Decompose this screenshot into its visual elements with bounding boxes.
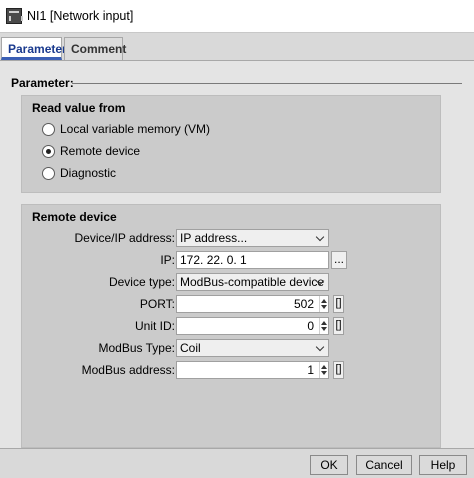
unit-id-value: 0 xyxy=(307,319,314,333)
ip-label: IP: xyxy=(160,253,175,267)
ip-value: 172. 22. 0. 1 xyxy=(180,253,247,267)
ok-button[interactable]: OK xyxy=(310,455,348,475)
radio-button[interactable] xyxy=(42,167,55,180)
modbus-address-value: 1 xyxy=(307,363,314,377)
modbus-type-select[interactable]: Coil xyxy=(176,339,329,357)
network-input-icon xyxy=(6,8,23,24)
ip-input[interactable]: 172. 22. 0. 1 xyxy=(176,251,329,269)
section-divider xyxy=(72,83,462,84)
spin-down-icon[interactable] xyxy=(321,327,327,331)
spin-up-icon[interactable] xyxy=(321,299,327,303)
modbus-type-label: ModBus Type: xyxy=(98,341,176,355)
device-ip-address-select[interactable]: IP address... xyxy=(176,229,329,247)
radio-label: Local variable memory (VM) xyxy=(60,122,211,136)
ip-browse-button[interactable]: ... xyxy=(331,251,347,269)
title-bar: NI1 [Network input] xyxy=(0,0,474,33)
spin-down-icon[interactable] xyxy=(321,305,327,309)
help-button[interactable]: Help xyxy=(419,455,467,475)
modbus-address-stepper[interactable]: 1 xyxy=(176,361,329,379)
remote-device-title: Remote device xyxy=(32,210,117,224)
window-title: NI1 [Network input] xyxy=(27,9,134,23)
spin-up-icon[interactable] xyxy=(321,365,327,369)
radio-label: Diagnostic xyxy=(60,166,117,180)
spin-up-icon[interactable] xyxy=(321,321,327,325)
radio-button[interactable] xyxy=(42,123,55,136)
device-type-value: ModBus-compatible device xyxy=(180,275,325,289)
modbus-type-value: Coil xyxy=(180,341,201,355)
port-label: PORT: xyxy=(139,297,175,311)
port-parameter-button[interactable]: [] xyxy=(333,295,344,313)
radio-button-selected[interactable] xyxy=(42,145,55,158)
device-type-label: Device type: xyxy=(108,275,175,289)
modbus-address-label: ModBus address: xyxy=(81,363,175,377)
cancel-button[interactable]: Cancel xyxy=(356,455,412,475)
device-ip-address-label: Device/IP address: xyxy=(74,231,176,245)
spin-divider xyxy=(319,296,320,312)
chevron-down-icon xyxy=(315,342,325,352)
unit-id-label: Unit ID: xyxy=(134,319,175,333)
port-stepper[interactable]: 502 xyxy=(176,295,329,313)
modbus-address-parameter-button[interactable]: [] xyxy=(333,361,344,379)
unit-id-stepper[interactable]: 0 xyxy=(176,317,329,335)
tab-parameter[interactable]: Parameter xyxy=(1,37,67,60)
read-value-group: Read value from Local variable memory (V… xyxy=(21,95,441,193)
spin-divider xyxy=(319,362,320,378)
parameter-header: Parameter: xyxy=(11,76,74,90)
tab-strip: Parameter Comment xyxy=(0,33,474,60)
tab-comment[interactable]: Comment xyxy=(64,37,126,60)
parameter-panel: Parameter: Read value from Local variabl… xyxy=(0,60,474,448)
device-type-select[interactable]: ModBus-compatible device xyxy=(176,273,329,291)
spin-down-icon[interactable] xyxy=(321,371,327,375)
port-value: 502 xyxy=(293,297,314,311)
unit-id-parameter-button[interactable]: [] xyxy=(333,317,344,335)
chevron-down-icon xyxy=(315,232,325,242)
dialog-footer: OK Cancel Help xyxy=(0,448,474,478)
radio-label: Remote device xyxy=(60,144,141,158)
spin-divider xyxy=(319,318,320,334)
device-ip-address-value: IP address... xyxy=(180,231,248,245)
read-value-title: Read value from xyxy=(32,101,126,115)
